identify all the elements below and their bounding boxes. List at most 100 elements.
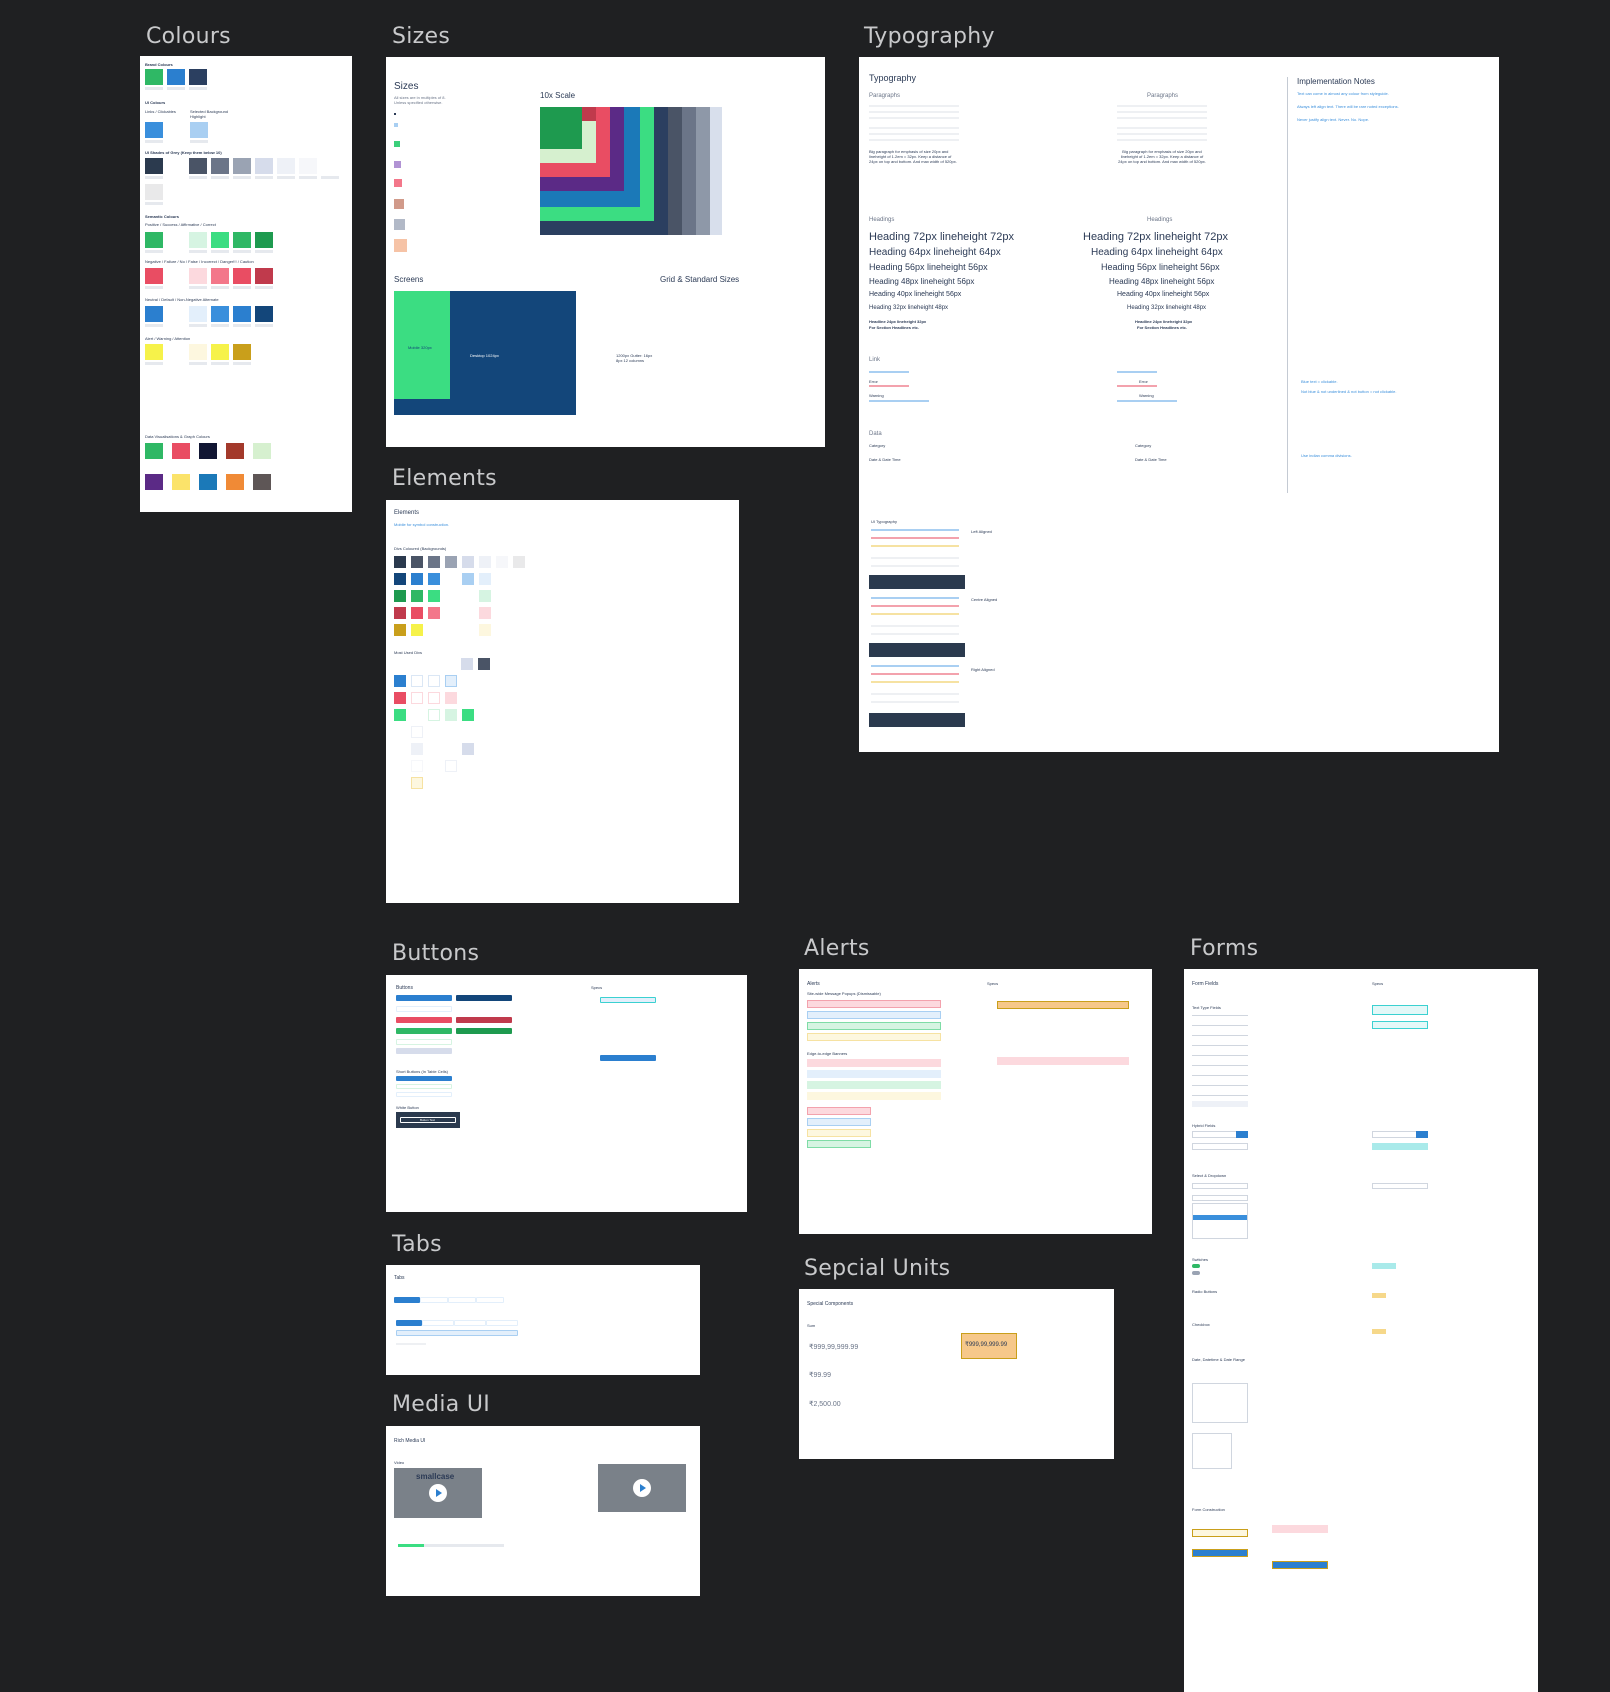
short-primary-button[interactable] bbox=[396, 1076, 452, 1081]
artboard-title-forms[interactable]: Forms bbox=[1190, 936, 1258, 961]
outline-button[interactable] bbox=[396, 1006, 452, 1012]
success-button[interactable] bbox=[396, 1028, 452, 1034]
links-label: Links / Clickables bbox=[145, 109, 176, 114]
short-outline-button-2[interactable] bbox=[396, 1092, 452, 1097]
tab-active[interactable] bbox=[394, 1297, 420, 1303]
buttons-artboard[interactable]: Buttons Short Buttons (In Table Cells) W… bbox=[386, 975, 747, 1212]
alert-success[interactable] bbox=[807, 1022, 941, 1030]
tag-error[interactable] bbox=[807, 1107, 871, 1115]
colours-artboard[interactable]: Brand Colours UI Colours Links / Clickab… bbox=[140, 56, 352, 512]
switch-off[interactable] bbox=[1192, 1271, 1200, 1275]
heading-40: Heading 40px lineheight 56px bbox=[869, 291, 962, 298]
artboard-title-typography[interactable]: Typography bbox=[864, 24, 995, 49]
typography-artboard[interactable]: Typography Paragraphs Paragraphs Big par… bbox=[859, 57, 1499, 752]
tag-warning[interactable] bbox=[807, 1129, 871, 1137]
artboard-title-buttons[interactable]: Buttons bbox=[392, 941, 479, 966]
tab[interactable] bbox=[420, 1297, 448, 1303]
banner-success[interactable] bbox=[807, 1081, 941, 1089]
tab[interactable] bbox=[486, 1320, 518, 1326]
sum-label: Sum bbox=[807, 1323, 816, 1328]
date-label: Date, Datetime & Date Range bbox=[1192, 1357, 1245, 1362]
tabs-inner-title: Tabs bbox=[394, 1275, 405, 1281]
forms-specs-label: Specs bbox=[1372, 981, 1384, 986]
switch-on[interactable] bbox=[1192, 1264, 1200, 1268]
select-label: Select & Dropdown bbox=[1192, 1173, 1227, 1178]
sum-value-3: ₹2,500.00 bbox=[809, 1401, 841, 1408]
big-paragraph: Big paragraph for emphasis of size 20px … bbox=[869, 149, 957, 164]
alert-info[interactable] bbox=[807, 1011, 941, 1019]
sizes-note: All sizes are in multiples of 8. Unless … bbox=[394, 95, 446, 105]
sum-value-2: ₹99.99 bbox=[809, 1372, 831, 1379]
brand-colours-label: Brand Colours bbox=[145, 62, 173, 67]
play-icon[interactable] bbox=[633, 1479, 651, 1497]
desktop-label: Desktop 1024px bbox=[470, 353, 499, 358]
tag-success[interactable] bbox=[807, 1140, 871, 1148]
media-artboard[interactable]: Rich Media UI Video smallcase bbox=[386, 1426, 700, 1596]
disabled-button[interactable] bbox=[396, 1048, 452, 1054]
banner-warning[interactable] bbox=[807, 1092, 941, 1100]
danger-dark-button[interactable] bbox=[456, 1017, 512, 1023]
calendar-range[interactable] bbox=[1192, 1433, 1232, 1469]
headline-24-centred: Headline 24px lineheight 32px bbox=[1135, 319, 1193, 324]
sizes-artboard[interactable]: Sizes All sizes are in multiples of 8. U… bbox=[386, 57, 825, 447]
elements-artboard[interactable]: Elements Mobile for symbol construction.… bbox=[386, 500, 739, 903]
heading-32: Heading 32px lineheight 48px bbox=[869, 305, 949, 311]
artboard-title-elements[interactable]: Elements bbox=[392, 466, 497, 491]
site-wide-label: Site-wide Message Popups (Dismissable) bbox=[807, 991, 881, 996]
heading-56: Heading 56px lineheight 56px bbox=[869, 262, 988, 272]
artboard-title-sizes[interactable]: Sizes bbox=[392, 24, 450, 49]
primary-button[interactable] bbox=[396, 995, 452, 1001]
short-buttons-label: Short Buttons (In Table Cells) bbox=[396, 1069, 448, 1074]
big-paragraph-centred: Big paragraph for emphasis of size 20px … bbox=[1118, 149, 1206, 164]
artboard-title-tabs[interactable]: Tabs bbox=[392, 1232, 442, 1257]
special-artboard[interactable]: Special Components Sum ₹999,99,999.99 ₹9… bbox=[799, 1289, 1114, 1459]
scale-title: 10x Scale bbox=[540, 91, 576, 100]
danger-button[interactable] bbox=[396, 1017, 452, 1023]
tab[interactable] bbox=[448, 1297, 476, 1303]
impl-note-6: Use indian comma divisions. bbox=[1301, 453, 1352, 458]
short-outline-button[interactable] bbox=[396, 1084, 452, 1089]
media-inner-title: Rich Media UI bbox=[394, 1438, 426, 1444]
construction-label: Form Construction bbox=[1192, 1507, 1225, 1512]
artboard-title-colours[interactable]: Colours bbox=[146, 24, 231, 49]
headline-24-sub: For Section Headlines etc. bbox=[869, 325, 920, 330]
success-dark-button[interactable] bbox=[456, 1028, 512, 1034]
alert-error[interactable] bbox=[807, 1000, 941, 1008]
tab[interactable] bbox=[454, 1320, 486, 1326]
grid-title: Grid & Standard Sizes bbox=[660, 275, 740, 284]
artboard-title-special[interactable]: Sepcial Units bbox=[804, 1256, 950, 1281]
alert-warning[interactable] bbox=[807, 1033, 941, 1041]
banner-error[interactable] bbox=[807, 1059, 941, 1067]
mobile-label: Mobile 320px bbox=[408, 345, 432, 350]
artboard-title-media[interactable]: Media UI bbox=[392, 1392, 490, 1417]
checkbox-label: Checkbox bbox=[1192, 1322, 1210, 1327]
elements-inner-title: Elements bbox=[394, 510, 420, 516]
special-inner-title: Special Components bbox=[807, 1301, 854, 1307]
error-label: Error bbox=[869, 379, 878, 384]
banner-info[interactable] bbox=[807, 1070, 941, 1078]
outline-success-button[interactable] bbox=[396, 1039, 452, 1045]
warning-label-right: Warning bbox=[1139, 393, 1154, 398]
swatch bbox=[145, 69, 163, 85]
ui-colours-label: UI Colours bbox=[145, 100, 166, 105]
primary-dark-button[interactable] bbox=[456, 995, 512, 1001]
tab[interactable] bbox=[476, 1297, 504, 1303]
warning-label: Warning bbox=[869, 393, 884, 398]
edge-label: Edge-to-edge Banners bbox=[807, 1051, 848, 1056]
impl-title: Implementation Notes bbox=[1297, 77, 1375, 86]
alerts-artboard[interactable]: Alerts Site-wide Message Popups (Dismiss… bbox=[799, 969, 1152, 1234]
swatch bbox=[189, 69, 207, 85]
artboard-title-alerts[interactable]: Alerts bbox=[804, 936, 870, 961]
forms-artboard[interactable]: Form Fields Specs Text Type Fields Hybri… bbox=[1184, 969, 1538, 1692]
headline-24-sub-centred: For Section Headlines etc. bbox=[1137, 325, 1188, 330]
alert-label: Alert / Warning / Attention bbox=[145, 336, 191, 341]
alerts-specs-label: Specs bbox=[987, 981, 999, 986]
tab[interactable] bbox=[422, 1320, 454, 1326]
tabs-artboard[interactable]: Tabs bbox=[386, 1265, 700, 1375]
grid-note: 1200px Gutter: 16px 8px 12 columns bbox=[616, 353, 653, 363]
tag-info[interactable] bbox=[807, 1118, 871, 1126]
play-icon[interactable] bbox=[429, 1484, 447, 1502]
calendar[interactable] bbox=[1192, 1383, 1248, 1423]
video-label: Video bbox=[394, 1460, 405, 1465]
tab-active[interactable] bbox=[396, 1320, 422, 1326]
